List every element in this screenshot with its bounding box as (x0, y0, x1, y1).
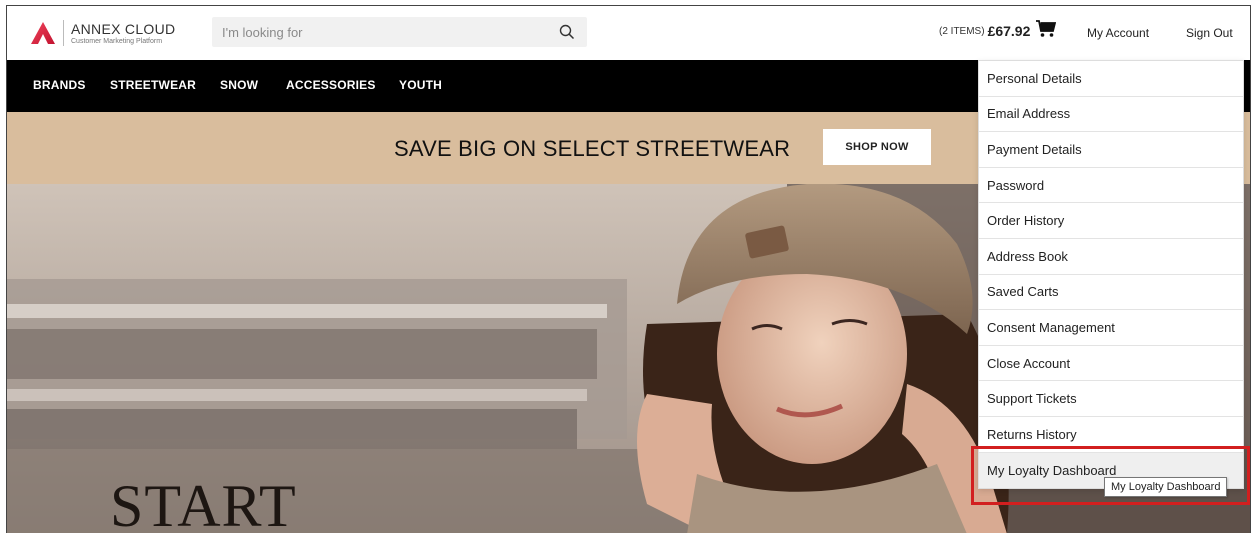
menu-item-returns-history[interactable]: Returns History (979, 416, 1243, 453)
menu-item-saved-carts[interactable]: Saved Carts (979, 274, 1243, 311)
logo-name: ANNEX CLOUD (71, 20, 176, 37)
nav-item-youth[interactable]: YOUTH (399, 78, 442, 92)
search-input[interactable] (212, 17, 532, 47)
menu-item-payment-details[interactable]: Payment Details (979, 132, 1243, 168)
site-header: ANNEX CLOUD Customer Marketing Platform … (7, 6, 1250, 60)
tooltip: My Loyalty Dashboard (1104, 477, 1228, 497)
search-icon[interactable] (559, 24, 575, 40)
menu-item-close-account[interactable]: Close Account (979, 345, 1243, 382)
cart-total: £67.92 (987, 23, 1031, 39)
nav-item-accessories[interactable]: ACCESSORIES (286, 78, 376, 92)
site-logo[interactable]: ANNEX CLOUD Customer Marketing Platform (31, 20, 175, 46)
hero-headline: START (110, 473, 297, 533)
my-account-link[interactable]: My Account (1087, 26, 1149, 40)
menu-item-support-tickets[interactable]: Support Tickets (979, 381, 1243, 417)
menu-item-address-book[interactable]: Address Book (979, 238, 1243, 275)
browser-viewport: ANNEX CLOUD Customer Marketing Platform … (6, 5, 1251, 533)
nav-item-snow[interactable]: SNOW (220, 78, 258, 92)
menu-item-order-history[interactable]: Order History (979, 203, 1243, 239)
menu-item-personal-details[interactable]: Personal Details (979, 61, 1243, 97)
search-bar (212, 17, 587, 47)
logo-subtitle: Customer Marketing Platform (71, 37, 163, 45)
shopping-cart-icon[interactable] (1036, 20, 1057, 38)
sign-out-link[interactable]: Sign Out (1186, 26, 1233, 40)
menu-item-consent-management[interactable]: Consent Management (979, 310, 1243, 346)
annex-cloud-logo-icon (31, 22, 55, 44)
menu-item-password[interactable]: Password (979, 167, 1243, 204)
mini-cart[interactable]: (2 ITEMS) £67.92 (939, 20, 1057, 39)
logo-divider (63, 20, 64, 46)
nav-item-brands[interactable]: BRANDS (33, 78, 86, 92)
promo-text: SAVE BIG ON SELECT STREETWEAR (394, 136, 791, 161)
account-dropdown-menu: Personal Details Email Address Payment D… (978, 60, 1244, 490)
menu-item-email-address[interactable]: Email Address (979, 96, 1243, 133)
nav-item-streetwear[interactable]: STREETWEAR (110, 78, 196, 92)
shop-now-button[interactable]: SHOP NOW (823, 129, 931, 165)
cart-item-count: (2 ITEMS) (939, 25, 985, 37)
